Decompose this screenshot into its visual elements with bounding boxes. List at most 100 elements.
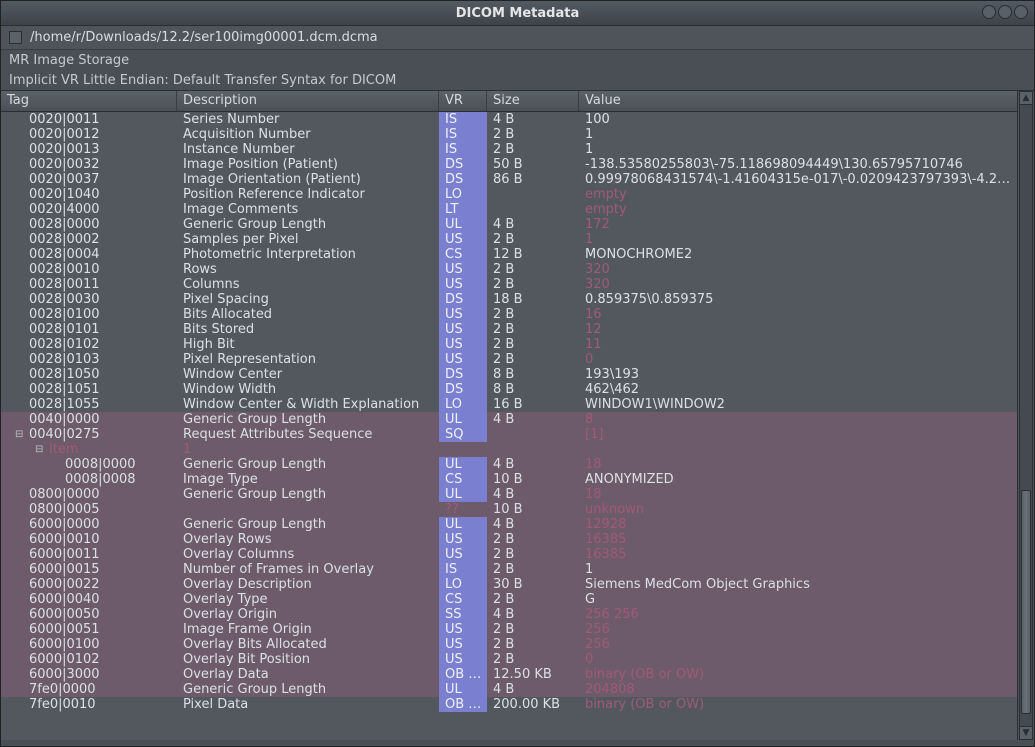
scroll-track[interactable] bbox=[1019, 105, 1033, 726]
table-row[interactable]: 0028|1051Window WidthDS8 B462\462 bbox=[1, 382, 1017, 397]
table-row[interactable]: 0020|0013Instance NumberIS2 B1 bbox=[1, 142, 1017, 157]
collapse-icon[interactable]: ⊟ bbox=[35, 442, 45, 457]
cell-description: Series Number bbox=[177, 112, 439, 127]
col-value[interactable]: Value bbox=[579, 91, 1017, 111]
table-row[interactable]: 0040|0000Generic Group LengthUL4 B8 bbox=[1, 412, 1017, 427]
cell-vr: US bbox=[439, 322, 487, 337]
col-vr[interactable]: VR bbox=[439, 91, 487, 111]
table-row[interactable]: 6000|0000Generic Group LengthUL4 B12928 bbox=[1, 517, 1017, 532]
table-row[interactable]: 0008|0008Image TypeCS10 BANONYMIZED bbox=[1, 472, 1017, 487]
vertical-scrollbar[interactable]: ▲ ▼ bbox=[1017, 91, 1034, 740]
cell-tag: 0020|0012 bbox=[1, 127, 177, 142]
collapse-icon[interactable]: ⊟ bbox=[15, 427, 25, 442]
table-row[interactable]: 0028|0102High BitUS2 B11 bbox=[1, 337, 1017, 352]
col-tag[interactable]: Tag bbox=[1, 91, 177, 111]
table-row[interactable]: 6000|0100Overlay Bits AllocatedUS2 B256 bbox=[1, 637, 1017, 652]
table-row[interactable]: 0008|0000Generic Group LengthUL4 B18 bbox=[1, 457, 1017, 472]
table-row[interactable]: 6000|0010Overlay RowsUS2 B16385 bbox=[1, 532, 1017, 547]
cell-value: 320 bbox=[579, 262, 1017, 277]
cell-vr: US bbox=[439, 637, 487, 652]
tag-text: 6000|0022 bbox=[29, 577, 100, 592]
table-row[interactable]: 0028|1050Window CenterDS8 B193\193 bbox=[1, 367, 1017, 382]
cell-vr: SQ bbox=[439, 427, 487, 442]
cell-tag: 0028|0101 bbox=[1, 322, 177, 337]
cell-description: Overlay Data bbox=[177, 667, 439, 682]
cell-description: Columns bbox=[177, 277, 439, 292]
table-row[interactable]: 0020|0012Acquisition NumberIS2 B1 bbox=[1, 127, 1017, 142]
cell-size: 4 B bbox=[487, 607, 579, 622]
cell-value: MONOCHROME2 bbox=[579, 247, 1017, 262]
cell-tag: 0020|0037 bbox=[1, 172, 177, 187]
cell-vr: CS bbox=[439, 592, 487, 607]
close-button[interactable] bbox=[1014, 5, 1028, 19]
cell-size: 4 B bbox=[487, 517, 579, 532]
tag-text: 0020|1040 bbox=[29, 187, 100, 202]
cell-tag: 0028|0011 bbox=[1, 277, 177, 292]
col-size[interactable]: Size bbox=[487, 91, 579, 111]
cell-vr: US bbox=[439, 352, 487, 367]
tag-text: 0028|0010 bbox=[29, 262, 100, 277]
table-row[interactable]: ⊟0040|0275Request Attributes SequenceSQ … bbox=[1, 427, 1017, 442]
tag-text: 0040|0000 bbox=[29, 412, 100, 427]
table-row[interactable]: 6000|0011Overlay ColumnsUS2 B16385 bbox=[1, 547, 1017, 562]
table-row[interactable]: 6000|3000Overlay DataOB o…12.50 KBbinary… bbox=[1, 667, 1017, 682]
table-row[interactable]: 0028|0011ColumnsUS2 B320 bbox=[1, 277, 1017, 292]
table-row[interactable]: 0020|0011Series NumberIS4 B100 bbox=[1, 112, 1017, 127]
cell-value: 12928 bbox=[579, 517, 1017, 532]
table-row[interactable]: 6000|0102Overlay Bit PositionUS2 B0 bbox=[1, 652, 1017, 667]
tag-text: 6000|0051 bbox=[29, 622, 100, 637]
table-row[interactable]: 0020|0032Image Position (Patient)DS50 B-… bbox=[1, 157, 1017, 172]
cell-tag: 0020|0013 bbox=[1, 142, 177, 157]
cell-tag: 0028|0000 bbox=[1, 217, 177, 232]
cell-value: binary (OB or OW) bbox=[579, 667, 1017, 682]
table-row[interactable]: 0028|0010RowsUS2 B320 bbox=[1, 262, 1017, 277]
table-row[interactable]: 0028|0004Photometric InterpretationCS12 … bbox=[1, 247, 1017, 262]
table-row[interactable]: 0028|0000Generic Group LengthUL4 B172 bbox=[1, 217, 1017, 232]
titlebar: DICOM Metadata bbox=[1, 1, 1034, 26]
path-checkbox[interactable] bbox=[9, 31, 22, 44]
table-row[interactable]: 7fe0|0010Pixel DataOB o…200.00 KBbinary … bbox=[1, 697, 1017, 712]
table-row[interactable]: 0020|4000Image CommentsLTempty bbox=[1, 202, 1017, 217]
table-row[interactable]: 7fe0|0000Generic Group LengthUL4 B204808 bbox=[1, 682, 1017, 697]
cell-size: 2 B bbox=[487, 592, 579, 607]
cell-value: -138.53580255803\-75.118698094449\130.65… bbox=[579, 157, 1017, 172]
cell-tag: 6000|0051 bbox=[1, 622, 177, 637]
table-row[interactable]: 6000|0051Image Frame OriginUS2 B256 bbox=[1, 622, 1017, 637]
table-row[interactable]: 0028|0002Samples per PixelUS2 B1 bbox=[1, 232, 1017, 247]
table-row[interactable]: 0028|1055Window Center & Width Explanati… bbox=[1, 397, 1017, 412]
resize-grip[interactable] bbox=[1, 740, 1034, 746]
table-row[interactable]: 6000|0040Overlay TypeCS2 BG bbox=[1, 592, 1017, 607]
table-row[interactable]: 0800|0005??10 Bunknown bbox=[1, 502, 1017, 517]
tag-text: 0028|1055 bbox=[29, 397, 100, 412]
cell-description: Image Frame Origin bbox=[177, 622, 439, 637]
cell-size: 10 B bbox=[487, 472, 579, 487]
cell-size bbox=[487, 442, 579, 457]
table-row[interactable]: 0028|0100Bits AllocatedUS2 B16 bbox=[1, 307, 1017, 322]
cell-size: 30 B bbox=[487, 577, 579, 592]
table-row[interactable]: ⊟Item1 bbox=[1, 442, 1017, 457]
table-row[interactable]: 6000|0050Overlay OriginSS4 B256 256 bbox=[1, 607, 1017, 622]
cell-vr: CS bbox=[439, 472, 487, 487]
scroll-down-icon[interactable]: ▼ bbox=[1019, 726, 1033, 740]
table-row[interactable]: 6000|0015Number of Frames in OverlayIS2 … bbox=[1, 562, 1017, 577]
cell-description: Rows bbox=[177, 262, 439, 277]
table-row[interactable]: 0028|0030Pixel SpacingDS18 B0.859375\0.8… bbox=[1, 292, 1017, 307]
maximize-button[interactable] bbox=[998, 5, 1012, 19]
table-row[interactable]: 0028|0103Pixel RepresentationUS2 B0 bbox=[1, 352, 1017, 367]
col-description[interactable]: Description bbox=[177, 91, 439, 111]
minimize-button[interactable] bbox=[982, 5, 996, 19]
table-row[interactable]: 0020|0037Image Orientation (Patient)DS86… bbox=[1, 172, 1017, 187]
cell-value: binary (OB or OW) bbox=[579, 697, 1017, 712]
cell-description: Overlay Bits Allocated bbox=[177, 637, 439, 652]
tag-text: 0028|1051 bbox=[29, 382, 100, 397]
cell-size: 2 B bbox=[487, 532, 579, 547]
table-row[interactable]: 0020|1040Position Reference IndicatorLOe… bbox=[1, 187, 1017, 202]
table-row[interactable]: 6000|0022Overlay DescriptionLO30 BSiemen… bbox=[1, 577, 1017, 592]
cell-size: 10 B bbox=[487, 502, 579, 517]
tag-text: 0028|0002 bbox=[29, 232, 100, 247]
table-row[interactable]: 0028|0101Bits StoredUS2 B12 bbox=[1, 322, 1017, 337]
scroll-up-icon[interactable]: ▲ bbox=[1019, 91, 1033, 105]
scroll-thumb[interactable] bbox=[1021, 490, 1031, 714]
table-row[interactable]: 0800|0000Generic Group LengthUL4 B18 bbox=[1, 487, 1017, 502]
cell-tag: 6000|3000 bbox=[1, 667, 177, 682]
